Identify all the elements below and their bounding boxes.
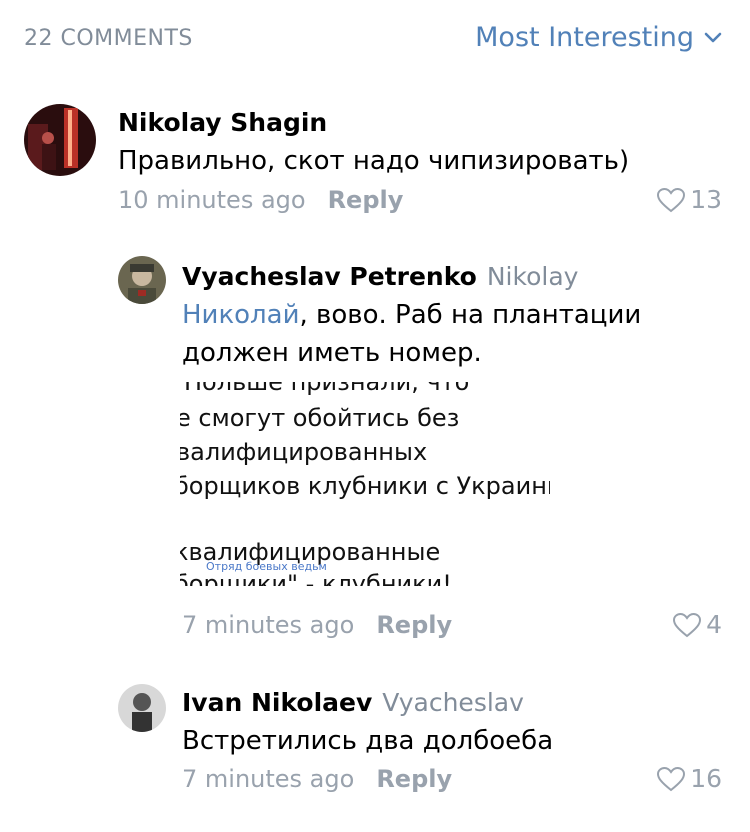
- comment-text: Встретились два долбоеба: [182, 726, 554, 756]
- like-count: 16: [690, 764, 722, 793]
- avatar[interactable]: [118, 684, 166, 732]
- comments-count: 22 COMMENTS: [24, 26, 193, 51]
- comment-meta: 7 minutes ago Reply: [182, 765, 452, 793]
- attachment-text-line: е смогут обойтись без: [180, 404, 460, 432]
- mention-link[interactable]: Николай: [182, 300, 300, 330]
- attachment-text-line: борщиков клубники с Украины: [180, 472, 550, 500]
- comments-header: 22 COMMENTS Most Interesting: [0, 0, 750, 80]
- sort-dropdown[interactable]: Most Interesting: [475, 22, 722, 53]
- comment-meta: 7 minutes ago Reply: [182, 611, 452, 639]
- reply-to-name[interactable]: Nikolay: [487, 262, 579, 291]
- comment-time: 7 minutes ago: [182, 765, 355, 793]
- comment-meta: 10 minutes ago Reply: [118, 186, 403, 214]
- reply-to-name[interactable]: Vyacheslav: [382, 688, 524, 717]
- reply-button[interactable]: Reply: [376, 765, 452, 793]
- commenter-name-link[interactable]: Vyacheslav Petrenko: [182, 262, 477, 291]
- like-count: 4: [706, 610, 722, 639]
- commenter-name: Vyacheslav Petrenko Nikolay: [182, 262, 578, 291]
- commenter-name: Ivan Nikolaev Vyacheslav: [182, 688, 524, 717]
- comment-text: Николай, вово. Раб на плантации должен и…: [182, 296, 652, 372]
- chevron-down-icon: [704, 32, 722, 44]
- attachment-text-line: борщики" - клубники!: [180, 570, 452, 586]
- heart-icon: [672, 612, 702, 638]
- attachment-text-line: валифицированных: [180, 438, 428, 466]
- heart-icon: [656, 766, 686, 792]
- reply-button[interactable]: Reply: [376, 611, 452, 639]
- like-button[interactable]: 16: [656, 764, 722, 793]
- like-button[interactable]: 4: [672, 610, 722, 639]
- heart-icon: [656, 187, 686, 213]
- attachment-text-line: Польше признали, что: [184, 382, 470, 396]
- commenter-name[interactable]: Nikolay Shagin: [118, 108, 327, 137]
- comment-text: Правильно, скот надо чипизировать): [118, 146, 630, 176]
- commenter-name-link[interactable]: Ivan Nikolaev: [182, 688, 372, 717]
- attached-image[interactable]: Польше признали, что е смогут обойтись б…: [180, 382, 550, 586]
- comment-time: 10 minutes ago: [118, 186, 306, 214]
- sort-label: Most Interesting: [475, 22, 694, 53]
- like-count: 13: [690, 185, 722, 214]
- comment-time: 7 minutes ago: [182, 611, 355, 639]
- like-button[interactable]: 13: [656, 185, 722, 214]
- avatar[interactable]: [24, 104, 96, 176]
- avatar[interactable]: [118, 256, 166, 304]
- reply-button[interactable]: Reply: [328, 186, 404, 214]
